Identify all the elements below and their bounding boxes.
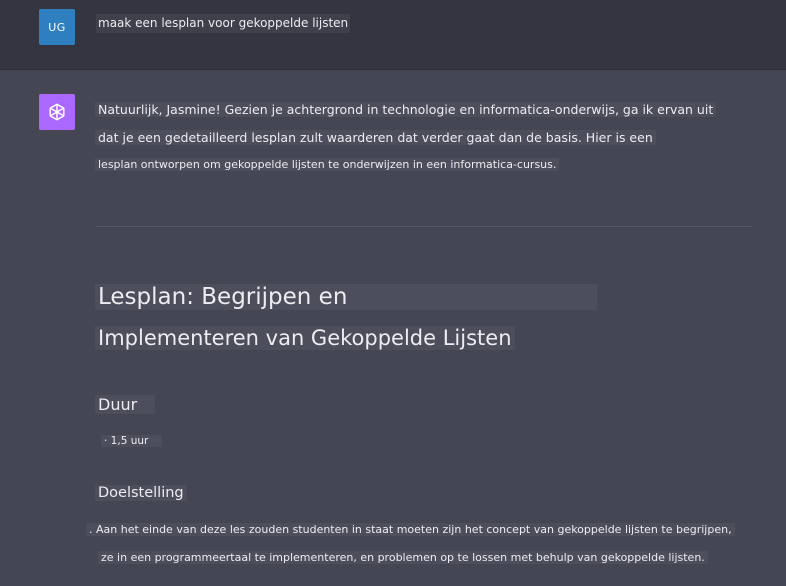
section-divider [96,226,752,227]
openai-logo-icon [39,94,75,130]
lesson-title-line-2: Implementeren van Gekoppelde Lijsten [95,322,515,354]
user-message-text: maak een lesplan voor gekoppelde lijsten [96,14,351,33]
objective-heading: Doelstelling [95,483,187,503]
duration-item: · 1,5 uur [101,433,163,449]
objective-line-1: . Aan het einde van deze les zouden stud… [86,520,735,539]
user-message-row: UG maak een lesplan voor gekoppelde lijs… [0,0,786,70]
intro-line-1: Natuurlijk, Jasmine! Gezien je achtergro… [95,100,717,119]
objective-line-2: ze in een programmeertaal te implementer… [98,548,708,567]
user-avatar: UG [39,9,75,45]
lesson-title-line-1: Lesplan: Begrijpen en [95,280,598,314]
intro-line-2: dat je een gedetailleerd lesplan zult wa… [95,128,656,147]
duration-heading: Duur [95,395,156,415]
intro-line-3: lesplan ontworpen om gekoppelde lijsten … [95,156,560,174]
